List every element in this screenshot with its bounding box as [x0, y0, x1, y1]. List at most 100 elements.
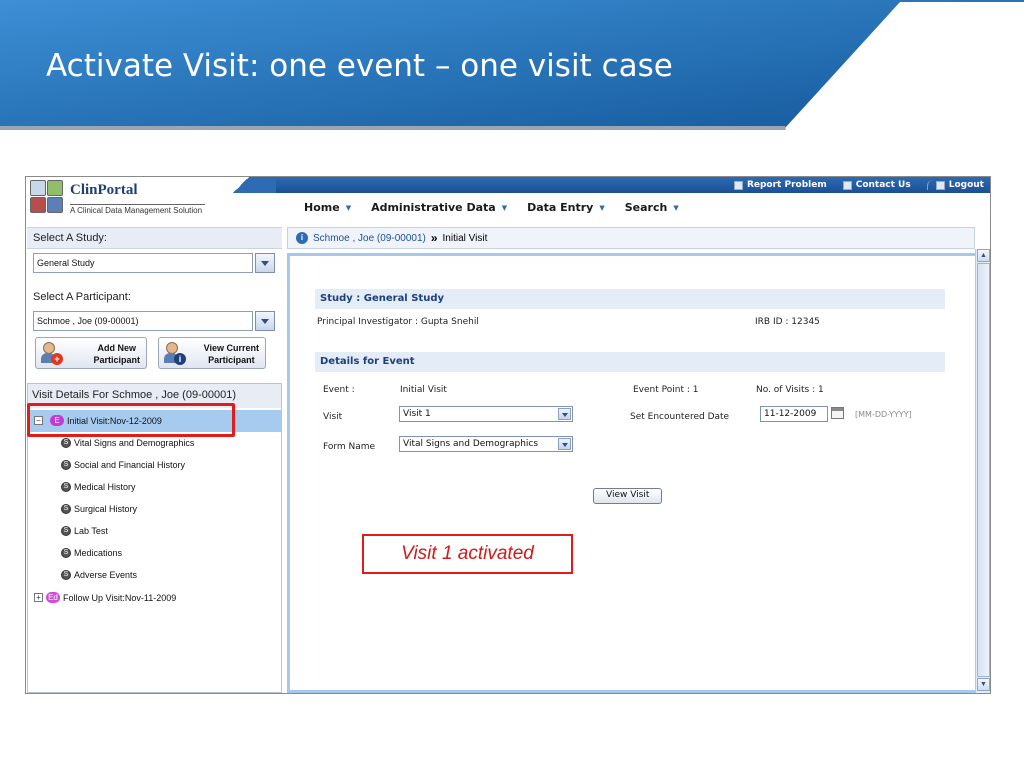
- event-badge-icon: Ed: [46, 592, 60, 603]
- menu-data-entry-arrow-icon: ▼: [599, 203, 605, 212]
- view-visit-button[interactable]: View Visit: [593, 488, 663, 504]
- tree-item-form[interactable]: S Adverse Events: [61, 570, 137, 580]
- form-name-select[interactable]: Vital Signs and Demographics: [399, 436, 573, 452]
- logo-star-icon: [47, 197, 63, 213]
- menu-search-label: Search: [624, 201, 668, 214]
- slide-title: Activate Visit: one event – one visit ca…: [46, 48, 673, 84]
- logo-book-icon: [30, 197, 46, 213]
- breadcrumb-current: Initial Visit: [442, 232, 488, 244]
- form-label: Lab Test: [74, 526, 108, 536]
- visit-select-value: Visit 1: [403, 409, 431, 419]
- contact-us-icon: [842, 180, 852, 190]
- tree-item-form[interactable]: S Vital Signs and Demographics: [61, 438, 194, 448]
- breadcrumb-separator: »: [430, 231, 438, 245]
- participant-select[interactable]: Schmoe , Joe (09-00001): [33, 311, 253, 331]
- report-problem-icon: [733, 180, 743, 190]
- study-select[interactable]: General Study: [33, 253, 253, 273]
- date-format-hint: [MM-DD-YYYY]: [855, 410, 912, 419]
- logout-icon: [935, 180, 945, 190]
- add-new-participant-line1: Add New: [97, 343, 136, 353]
- menu-search[interactable]: Search ▼: [625, 201, 679, 214]
- study-select-dropdown-icon[interactable]: [255, 253, 275, 273]
- form-label: Social and Financial History: [74, 460, 186, 470]
- menu-administrative-data-label: Administrative Data: [371, 201, 496, 214]
- form-status-icon: S: [61, 570, 71, 580]
- tree-item-form[interactable]: S Social and Financial History: [61, 460, 185, 470]
- active-visit-annotation: [27, 403, 235, 437]
- contact-us-link[interactable]: Contact Us: [842, 180, 911, 190]
- scroll-thumb[interactable]: [977, 263, 990, 677]
- visit-select[interactable]: Visit 1: [399, 406, 573, 422]
- event-point: Event Point : 1: [633, 385, 699, 395]
- form-status-icon: S: [61, 460, 71, 470]
- menu-administrative-data-arrow-icon: ▼: [501, 203, 508, 212]
- encountered-date-input[interactable]: 11-12-2009: [760, 406, 828, 422]
- expand-icon[interactable]: +: [34, 593, 43, 602]
- view-current-participant-label: View Current Participant: [204, 342, 259, 366]
- main-menu: Home ▼ Administrative Data ▼ Data Entry ▼ S…: [304, 201, 679, 214]
- content-scrollbar[interactable]: ▲ ▼: [975, 249, 990, 693]
- event-value: Initial Visit: [400, 385, 447, 395]
- form-label: Surgical History: [74, 504, 138, 514]
- menu-data-entry[interactable]: Data Entry ▼: [527, 201, 605, 214]
- scroll-down-icon[interactable]: ▼: [977, 678, 990, 691]
- form-label: Medications: [74, 548, 123, 558]
- menu-home-label: Home: [304, 201, 340, 214]
- participant-select-dropdown-icon[interactable]: [255, 311, 275, 331]
- form-status-icon: S: [61, 438, 71, 448]
- menu-search-arrow-icon: ▼: [673, 203, 679, 212]
- tree-item-form[interactable]: S Medical History: [61, 482, 136, 492]
- select-study-label: Select A Study:: [33, 232, 107, 244]
- clinportal-logo: ClinPortal A Clinical Data Management So…: [30, 180, 250, 218]
- app-header: ClinPortal A Clinical Data Management So…: [26, 177, 990, 221]
- form-status-icon: S: [61, 504, 71, 514]
- menu-home[interactable]: Home ▼: [304, 201, 351, 214]
- visit-label: Visit: [323, 412, 343, 422]
- view-current-participant-line1: View Current: [203, 343, 259, 353]
- calendar-icon[interactable]: [831, 407, 844, 419]
- menu-administrative-data[interactable]: Administrative Data ▼: [371, 201, 507, 214]
- visit-select-dropdown-icon: [558, 408, 571, 420]
- tree-item-follow-up-visit[interactable]: + Ed Follow Up Visit:Nov-11-2009: [34, 592, 176, 603]
- form-label: Adverse Events: [74, 570, 138, 580]
- logo-name: ClinPortal: [70, 182, 138, 198]
- top-links: Report Problem Contact Us Logout: [733, 178, 984, 192]
- scroll-up-icon[interactable]: ▲: [977, 249, 990, 262]
- view-current-participant-line2: Participant: [208, 355, 255, 365]
- add-new-participant-label: Add New Participant: [93, 342, 140, 366]
- visit-activated-callout: Visit 1 activated: [362, 534, 573, 574]
- event-details-pane: Study : General Study Principal Investig…: [287, 253, 975, 693]
- irb-id: IRB ID : 12345: [755, 317, 820, 327]
- report-problem-link[interactable]: Report Problem: [733, 180, 827, 190]
- menu-home-arrow-icon: ▼: [345, 203, 352, 212]
- form-status-icon: S: [61, 482, 71, 492]
- select-participant-label: Select A Participant:: [33, 291, 131, 303]
- add-new-participant-button[interactable]: + Add New Participant: [35, 337, 147, 369]
- logo-people-icon: [30, 180, 46, 196]
- logo-tagline: A Clinical Data Management Solution: [70, 204, 205, 215]
- event-section-title: Details for Event: [315, 352, 945, 372]
- form-name-select-value: Vital Signs and Demographics: [403, 439, 539, 449]
- number-of-visits: No. of Visits : 1: [756, 385, 824, 395]
- event-label: Event :: [323, 385, 355, 395]
- form-name-select-dropdown-icon: [558, 438, 571, 450]
- add-new-participant-line2: Participant: [93, 355, 140, 365]
- principal-investigator: Principal Investigator : Gupta Snehil: [317, 317, 479, 327]
- view-current-participant-button[interactable]: i View Current Participant: [158, 337, 266, 369]
- info-badge-icon: i: [174, 353, 186, 365]
- logo-calendar-icon: [47, 180, 63, 196]
- tree-item-form[interactable]: S Medications: [61, 548, 122, 558]
- tree-item-form[interactable]: S Lab Test: [61, 526, 108, 536]
- report-problem-label: Report Problem: [746, 180, 827, 190]
- left-panel: Select A Study: General Study Select A P…: [27, 227, 282, 693]
- form-name-label: Form Name: [323, 442, 376, 452]
- add-badge-icon: +: [51, 353, 63, 365]
- breadcrumb-participant-link[interactable]: Schmoe , Joe (09-00001): [313, 233, 426, 244]
- form-status-icon: S: [61, 526, 71, 536]
- tree-item-form[interactable]: S Surgical History: [61, 504, 137, 514]
- form-status-icon: S: [61, 548, 71, 558]
- logout-link[interactable]: Logout: [926, 180, 984, 190]
- menu-data-entry-label: Data Entry: [527, 201, 594, 214]
- form-label: Vital Signs and Demographics: [74, 438, 195, 448]
- study-section-title: Study : General Study: [315, 289, 945, 309]
